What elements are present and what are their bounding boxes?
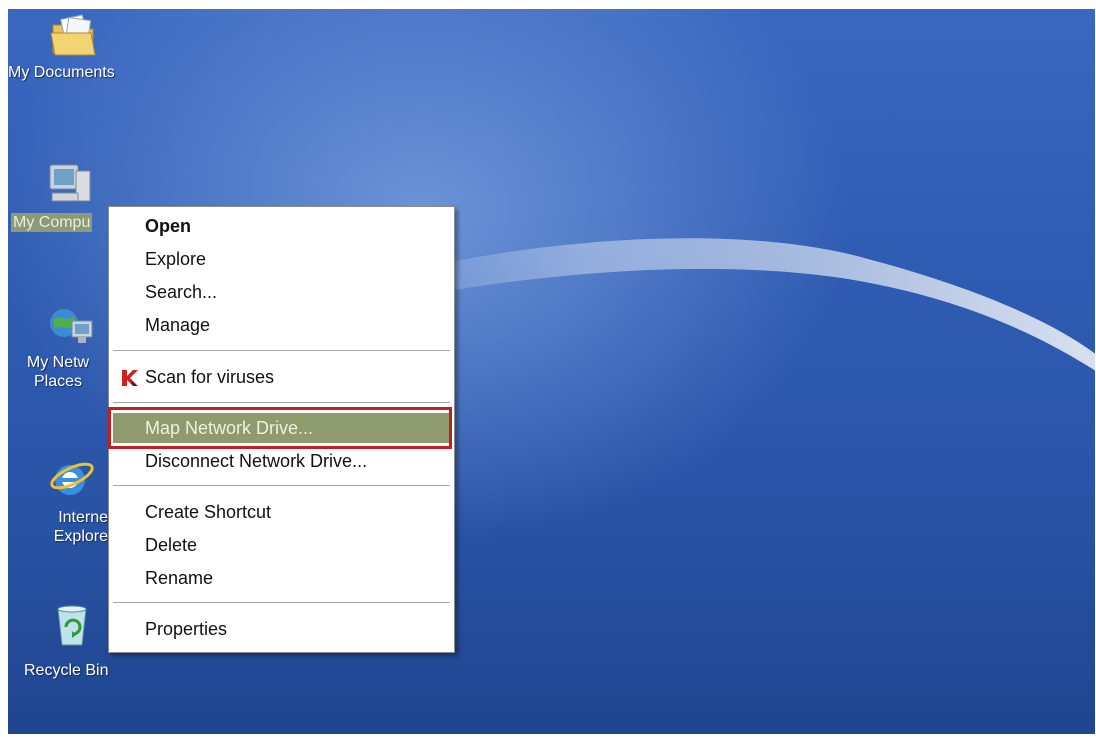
menu-item-explore[interactable]: Explore xyxy=(109,244,454,274)
my-computer-icon xyxy=(46,161,94,209)
menu-item-rename[interactable]: Rename xyxy=(109,563,454,593)
context-menu: Open Explore Search... Manage Scan for v… xyxy=(108,206,455,653)
desktop[interactable]: My Documents My Compu My Netw Places Int… xyxy=(8,9,1095,734)
menu-separator xyxy=(113,350,450,352)
menu-separator xyxy=(113,402,450,404)
menu-separator xyxy=(113,602,450,604)
desktop-icon-my-documents[interactable]: My Documents xyxy=(8,11,138,82)
menu-item-scan-for-viruses[interactable]: Scan for viruses xyxy=(109,362,454,392)
menu-item-open[interactable]: Open xyxy=(109,211,454,241)
recycle-bin-icon xyxy=(48,601,96,649)
internet-explorer-icon xyxy=(46,454,94,502)
menu-separator xyxy=(113,485,450,487)
desktop-icon-label: My Netw Places xyxy=(26,354,90,390)
menu-item-create-shortcut[interactable]: Create Shortcut xyxy=(109,497,454,527)
menu-item-disconnect-network-drive[interactable]: Disconnect Network Drive... xyxy=(109,446,454,476)
menu-item-properties[interactable]: Properties xyxy=(109,614,454,644)
menu-item-label: Scan for viruses xyxy=(145,367,275,387)
my-documents-icon xyxy=(49,11,97,59)
menu-item-map-network-drive[interactable]: Map Network Drive... xyxy=(113,413,450,443)
kaspersky-icon xyxy=(122,370,138,386)
menu-item-delete[interactable]: Delete xyxy=(109,530,454,560)
desktop-icon-label: Recycle Bin xyxy=(24,662,109,679)
menu-item-manage[interactable]: Manage xyxy=(109,310,454,340)
my-network-places-icon xyxy=(46,301,94,349)
desktop-icon-label: My Documents xyxy=(8,64,115,81)
desktop-icon-label: My Compu xyxy=(11,213,93,232)
menu-item-search[interactable]: Search... xyxy=(109,277,454,307)
desktop-icon-label: Interne Explore xyxy=(53,509,108,545)
